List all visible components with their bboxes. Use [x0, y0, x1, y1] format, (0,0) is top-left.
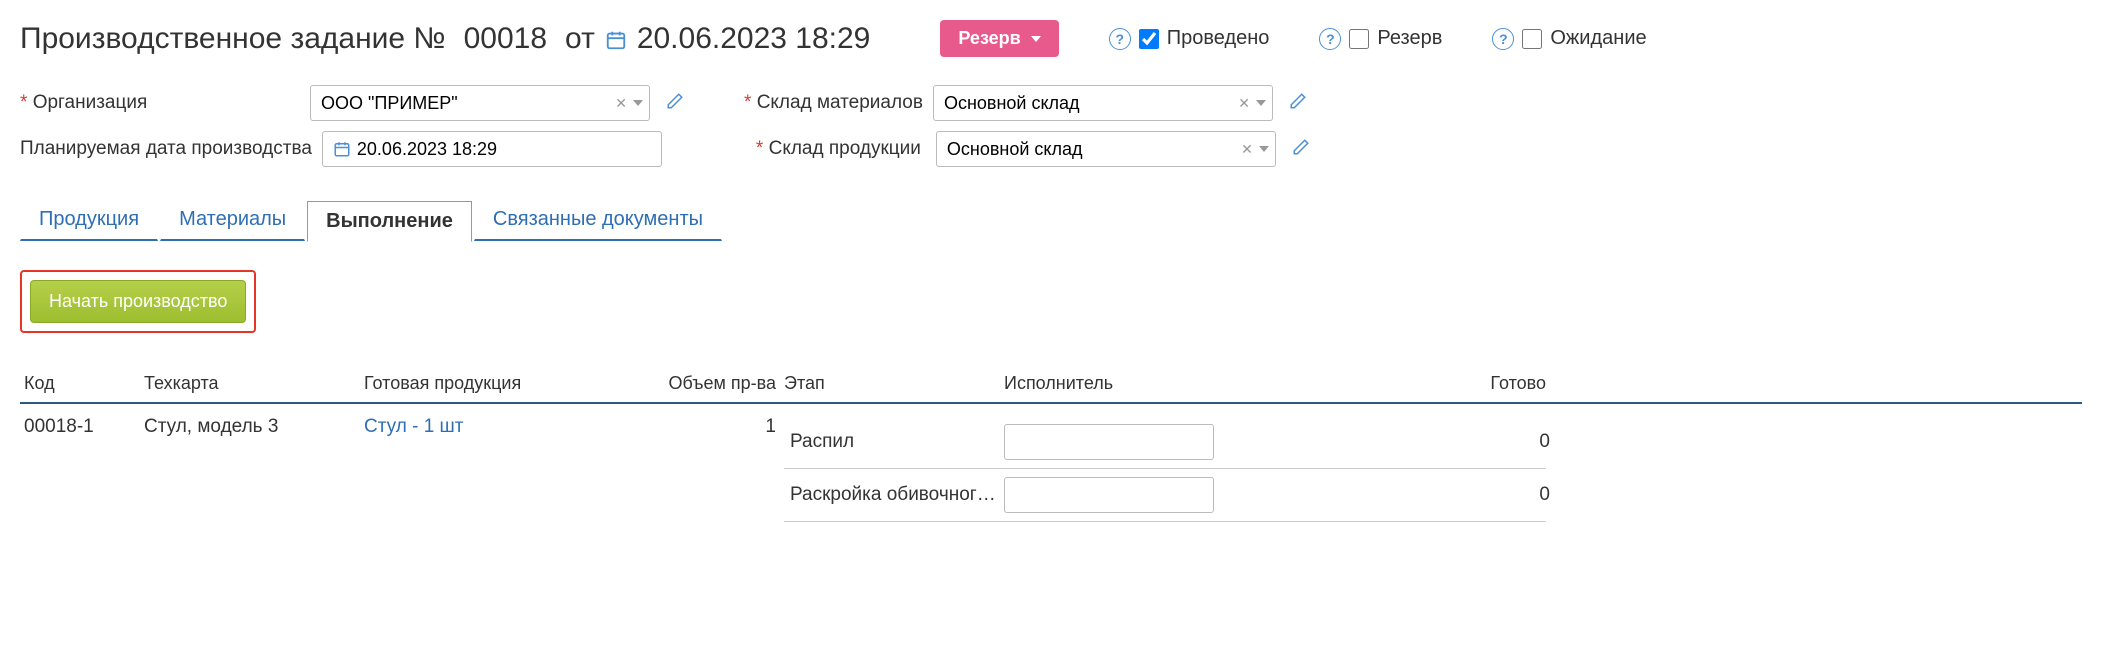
org-label: Организация [20, 92, 300, 114]
tab-products[interactable]: Продукция [20, 199, 158, 241]
doc-title: Производственное задание № 00018 от 20.0… [20, 22, 870, 56]
fields-row-1: Организация ✕ Склад материалов ✕ [20, 85, 2082, 121]
stage-done: 0 [1414, 431, 1554, 453]
table-row: 00018-1 Стул, модель 3 Стул - 1 шт 1 Рас… [20, 404, 2082, 522]
tab-related-docs[interactable]: Связанные документы [474, 199, 722, 241]
cell-product-link[interactable]: Стул - 1 шт [360, 416, 650, 438]
prod-wh-combo[interactable]: ✕ [936, 131, 1276, 167]
chevron-down-icon[interactable] [633, 100, 643, 106]
tabs: Продукция Материалы Выполнение Связанные… [20, 199, 2082, 242]
waiting-label: Ожидание [1550, 27, 1646, 50]
pencil-icon[interactable] [666, 92, 684, 115]
stage-name: Распил [784, 431, 1004, 453]
th-stage: Этап [780, 373, 1000, 394]
stage-name: Раскройка обивочног… [784, 484, 1004, 506]
calendar-icon [605, 22, 627, 56]
doc-header: Производственное задание № 00018 от 20.0… [20, 20, 2082, 57]
tab-content: Начать производство Код Техкарта Готовая… [20, 242, 2082, 522]
reserve-label: Резерв [1377, 27, 1442, 50]
help-icon[interactable]: ? [1492, 28, 1514, 50]
th-volume: Объем пр-ва [650, 373, 780, 394]
pencil-icon[interactable] [1289, 92, 1307, 115]
plan-date-label: Планируемая дата производства [20, 138, 312, 160]
help-icon[interactable]: ? [1319, 28, 1341, 50]
waiting-checkbox[interactable] [1522, 29, 1542, 49]
th-code: Код [20, 373, 140, 394]
th-done: Готово [1410, 373, 1550, 394]
clear-icon[interactable]: ✕ [615, 95, 627, 112]
clear-icon[interactable]: ✕ [1241, 141, 1253, 158]
stage-row: Распил 0 [784, 416, 1546, 469]
th-techcard: Техкарта [140, 373, 360, 394]
fields-row-2: Планируемая дата производства Склад прод… [20, 131, 2082, 167]
doc-date: 20.06.2023 18:29 [637, 22, 871, 56]
executor-input[interactable] [1004, 477, 1214, 513]
executor-input[interactable] [1004, 424, 1214, 460]
plan-date-input[interactable] [357, 139, 655, 160]
calendar-icon [333, 140, 351, 158]
doc-number: 00018 [464, 22, 547, 56]
org-input[interactable] [321, 93, 615, 114]
prod-wh-input[interactable] [947, 139, 1241, 160]
org-combo[interactable]: ✕ [310, 85, 650, 121]
chevron-down-icon[interactable] [1259, 146, 1269, 152]
start-production-button[interactable]: Начать производство [30, 280, 246, 323]
chevron-down-icon [1031, 36, 1041, 42]
highlight-box: Начать производство [20, 270, 256, 333]
pencil-icon[interactable] [1292, 138, 1310, 161]
reserve-button[interactable]: Резерв [940, 20, 1058, 57]
reserve-button-label: Резерв [958, 28, 1020, 49]
cell-volume: 1 [650, 416, 780, 438]
posted-label: Проведено [1167, 27, 1270, 50]
plan-date-combo[interactable] [322, 131, 662, 167]
th-product: Готовая продукция [360, 373, 650, 394]
tab-execution[interactable]: Выполнение [307, 201, 472, 242]
clear-icon[interactable]: ✕ [1238, 95, 1250, 112]
reserve-checkbox[interactable] [1349, 29, 1369, 49]
mat-wh-combo[interactable]: ✕ [933, 85, 1273, 121]
tab-materials[interactable]: Материалы [160, 199, 305, 241]
grid: Код Техкарта Готовая продукция Объем пр-… [20, 373, 2082, 522]
mat-wh-label: Склад материалов [744, 92, 923, 114]
mat-wh-input[interactable] [944, 93, 1238, 114]
from-label: от [565, 22, 595, 56]
posted-checkbox[interactable] [1139, 29, 1159, 49]
chevron-down-icon[interactable] [1256, 100, 1266, 106]
th-executor: Исполнитель [1000, 373, 1410, 394]
cell-techcard: Стул, модель 3 [140, 416, 360, 438]
stage-done: 0 [1414, 484, 1554, 506]
title-prefix: Производственное задание № [20, 22, 446, 56]
prod-wh-label: Склад продукции [756, 138, 926, 160]
cell-code: 00018-1 [20, 416, 140, 438]
help-icon[interactable]: ? [1109, 28, 1131, 50]
grid-header: Код Техкарта Готовая продукция Объем пр-… [20, 373, 2082, 404]
stage-row: Раскройка обивочног… 0 [784, 469, 1546, 522]
